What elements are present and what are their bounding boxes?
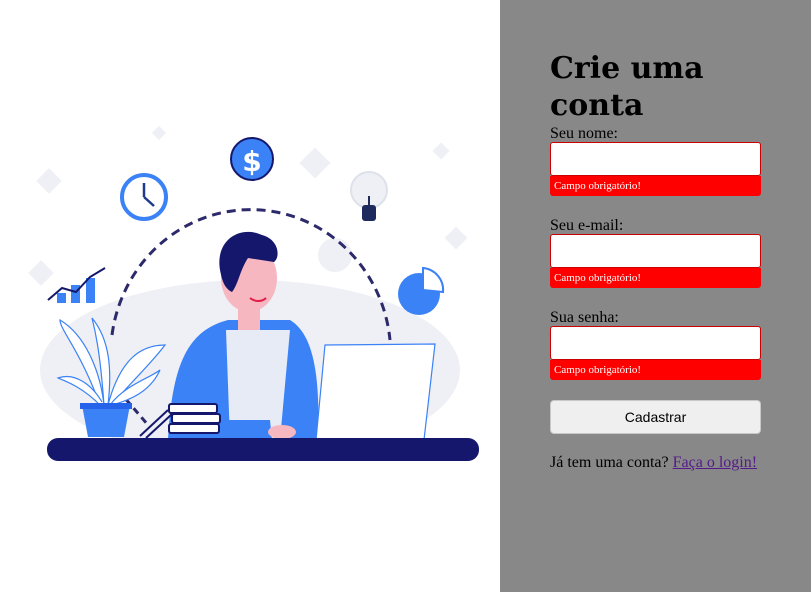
login-link[interactable]: Faça o login! xyxy=(673,454,757,471)
login-prompt: Já tem uma conta? Faça o login! xyxy=(550,454,757,472)
workspace-illustration: $ xyxy=(28,125,479,461)
name-label: Seu nome: xyxy=(550,125,618,142)
password-input[interactable] xyxy=(550,326,761,360)
email-error-message: Campo obrigatório! xyxy=(550,268,761,288)
desk xyxy=(47,438,479,461)
name-error-message: Campo obrigatório! xyxy=(550,176,761,196)
page-title: Crie uma conta xyxy=(550,51,704,123)
pie-chart-icon xyxy=(398,266,445,315)
email-label: Seu e-mail: xyxy=(550,217,624,234)
clock-icon xyxy=(120,173,168,221)
lightbulb-icon xyxy=(350,171,388,221)
email-input[interactable] xyxy=(550,234,761,268)
illustration-panel: $ xyxy=(0,0,500,592)
signup-form-panel: Crie uma conta Seu nome: Campo obrigatór… xyxy=(500,0,811,592)
svg-text:$: $ xyxy=(242,145,261,178)
password-error-message: Campo obrigatório! xyxy=(550,360,761,380)
dollar-coin-icon: $ xyxy=(230,137,274,181)
name-input[interactable] xyxy=(550,142,761,176)
laptop-icon xyxy=(315,343,436,441)
submit-button[interactable]: Cadastrar xyxy=(550,400,761,434)
login-prompt-text: Já tem uma conta? xyxy=(550,454,669,471)
bar-chart-icon xyxy=(47,267,106,303)
password-label: Sua senha: xyxy=(550,309,619,326)
